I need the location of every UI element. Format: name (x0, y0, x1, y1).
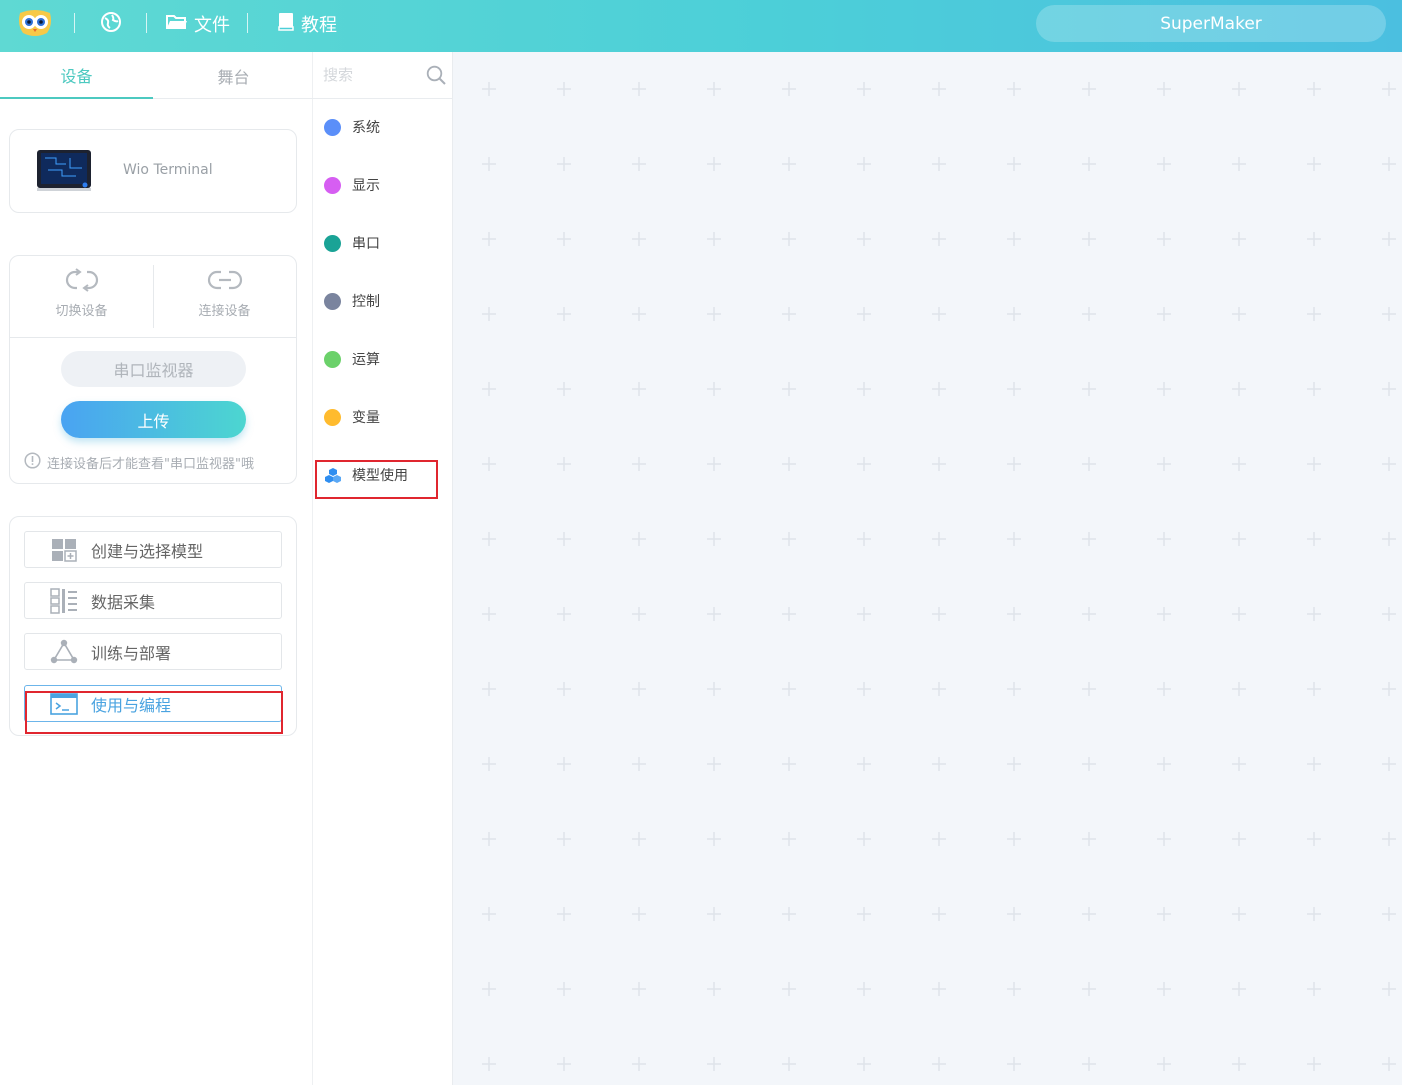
divider (10, 337, 296, 338)
category-dot (324, 176, 341, 194)
connect-hint: 连接设备后才能查看"串口监视器"哦 (24, 452, 254, 473)
data-list-icon (50, 587, 78, 614)
connect-device-button[interactable]: 连接设备 (153, 268, 296, 332)
train-deploy-item[interactable]: 训练与部署 (24, 633, 282, 670)
account-button[interactable]: SuperMaker (1036, 5, 1386, 42)
device-name: Wio Terminal (123, 162, 213, 178)
owl-logo-icon[interactable] (17, 9, 53, 37)
use-program-item[interactable]: 使用与编程 (24, 685, 282, 722)
category-variables[interactable]: 变量 (324, 407, 380, 427)
category-system[interactable]: 系统 (324, 117, 380, 137)
serial-monitor-button[interactable]: 串口监视器 (61, 351, 246, 387)
book-icon (277, 12, 301, 37)
terminal-icon (50, 692, 78, 716)
tutorial-menu[interactable]: 教程 (277, 12, 337, 36)
category-dot (324, 234, 341, 252)
category-display[interactable]: 显示 (324, 175, 380, 195)
topbar-divider (74, 13, 75, 33)
category-serial[interactable]: 串口 (324, 233, 380, 253)
code-workspace[interactable] (453, 52, 1402, 1085)
left-panel: 设备 舞台 Wio Terminal 切换设备 连接设备 串口监视器 上传 连接… (0, 52, 313, 1085)
top-bar: 文件 教程 SuperMaker (0, 0, 1402, 52)
model-menu-card: 创建与选择模型 数据采集 训练与部署 使用与编程 (9, 516, 297, 736)
tab-device[interactable]: 设备 (0, 52, 153, 99)
language-button[interactable] (100, 11, 128, 38)
network-icon (50, 639, 78, 664)
topbar-divider (247, 13, 248, 33)
block-search[interactable]: 搜索 (313, 52, 453, 99)
folder-icon (166, 13, 194, 36)
device-card[interactable]: Wio Terminal (9, 129, 297, 213)
category-operators[interactable]: 运算 (324, 349, 380, 369)
device-image (36, 148, 92, 192)
search-input[interactable]: 搜索 (323, 64, 353, 85)
cubes-icon (324, 467, 342, 483)
switch-device-button[interactable]: 切换设备 (10, 268, 153, 332)
file-menu[interactable]: 文件 (166, 12, 230, 36)
switch-icon (63, 268, 101, 296)
category-control[interactable]: 控制 (324, 291, 380, 311)
account-name: SuperMaker (1160, 13, 1262, 34)
category-dot (324, 350, 341, 368)
block-categories: 搜索 系统 显示 串口 控制 运算 变量 模型使用 (313, 52, 453, 1085)
device-control-card: 切换设备 连接设备 串口监视器 上传 连接设备后才能查看"串口监视器"哦 (9, 255, 297, 484)
category-model-use[interactable]: 模型使用 (324, 465, 408, 485)
upload-button[interactable]: 上传 (61, 401, 246, 438)
panel-tabs: 设备 舞台 (0, 52, 313, 99)
search-icon[interactable] (426, 65, 446, 89)
topbar-divider (146, 13, 147, 33)
globe-icon (100, 11, 128, 38)
category-dot (324, 118, 341, 136)
create-select-model-item[interactable]: 创建与选择模型 (24, 531, 282, 568)
workspace-grid (453, 52, 1402, 1085)
category-dot (324, 292, 341, 310)
tab-stage[interactable]: 舞台 (157, 52, 310, 99)
link-icon (206, 268, 244, 296)
grid-add-icon (50, 538, 78, 562)
info-icon (24, 452, 47, 473)
data-collection-item[interactable]: 数据采集 (24, 582, 282, 619)
category-dot (324, 408, 341, 426)
